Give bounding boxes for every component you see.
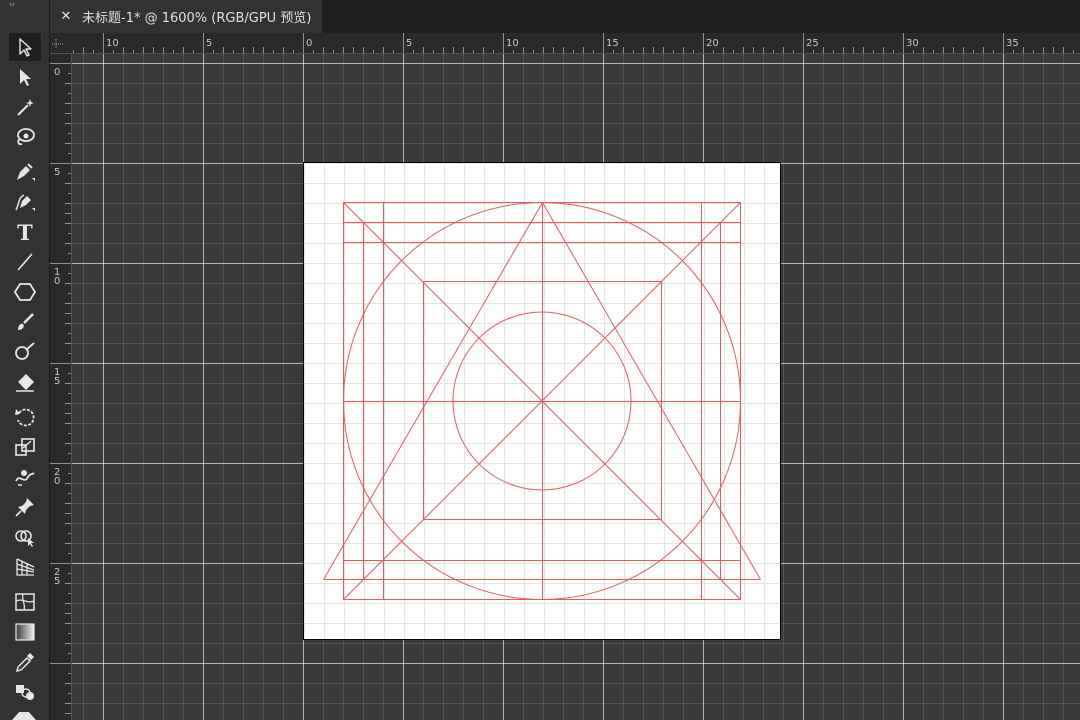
vertical-ruler-marks: 0510152025	[50, 63, 71, 714]
blend-icon	[16, 685, 34, 700]
ruler-label: 5	[206, 38, 212, 49]
hexagon-icon	[14, 283, 36, 301]
eraser-tool-button[interactable]	[9, 368, 41, 396]
ruler-label: 5	[406, 38, 412, 49]
panel-collapse-grip[interactable]: ››	[0, 0, 49, 10]
lasso-icon	[17, 128, 35, 146]
shaper-icon	[15, 342, 35, 360]
ruler-label: 0	[54, 476, 60, 487]
line-tool-button[interactable]	[9, 248, 41, 276]
arrow-outline-icon	[19, 38, 32, 57]
ruler-label: 5	[54, 576, 60, 587]
curvature-tool-button[interactable]	[9, 188, 41, 216]
close-icon[interactable]: ✕	[50, 9, 82, 24]
ruler-origin-corner[interactable]	[50, 33, 72, 54]
scale-icon	[15, 438, 35, 456]
ruler-label: 0	[54, 67, 60, 78]
artboard[interactable]	[303, 162, 781, 640]
arrow-filled-icon	[20, 69, 31, 86]
pen-tool-button[interactable]	[9, 158, 41, 186]
eyedropper-tool-button[interactable]	[9, 648, 41, 676]
type-tool-button[interactable]: T	[9, 218, 41, 246]
shape-builder-tool-button[interactable]	[9, 523, 41, 551]
rotate-icon	[15, 408, 35, 427]
pen-icon	[17, 163, 35, 181]
guide-lines	[323, 201, 761, 600]
document-tab[interactable]: ✕ 未标题-1* @ 1600% (RGB/GPU 预览)	[50, 0, 322, 33]
gradient-icon	[15, 623, 35, 641]
horizontal-ruler[interactable]: 10 5 0 5 10 15 20 25 30 35	[71, 33, 1080, 54]
vertical-ruler[interactable]: 0510152025	[50, 54, 72, 720]
selection-tool-button[interactable]	[9, 33, 41, 61]
perspective-grid-tool-button[interactable]	[9, 553, 41, 581]
mesh-tool-button[interactable]	[9, 588, 41, 616]
type-t-icon: T	[17, 219, 33, 245]
ruler-label: 5	[54, 376, 60, 387]
document-tab-title: 未标题-1* @ 1600% (RGB/GPU 预览)	[82, 11, 312, 26]
brush-icon	[18, 313, 34, 330]
shaper-tool-button[interactable]	[9, 338, 41, 366]
ruler-label: 0	[306, 38, 312, 49]
magic-wand-tool-button[interactable]	[9, 93, 41, 121]
ruler-label: 20	[706, 38, 719, 49]
rotate-tool-button[interactable]	[9, 403, 41, 431]
document-tab-bar: ✕ 未标题-1* @ 1600% (RGB/GPU 预览)	[50, 0, 1080, 33]
warp-tool-button[interactable]	[9, 463, 41, 491]
puppet-warp-tool-button[interactable]	[9, 493, 41, 521]
ruler-label: 10	[506, 38, 519, 49]
scale-tool-button[interactable]	[9, 433, 41, 461]
lasso-tool-button[interactable]	[9, 123, 41, 151]
direct-selection-tool-button[interactable]	[9, 63, 41, 91]
horizontal-ruler-marks: 10 5 0 5 10 15 20 25 30 35	[73, 33, 1074, 53]
ruler-label: 0	[54, 276, 60, 287]
mesh-icon	[15, 593, 35, 611]
blend-tool-button[interactable]	[9, 678, 41, 706]
magic-wand-icon	[17, 99, 34, 116]
warp-icon	[15, 470, 35, 486]
pasteboard-canvas[interactable]	[72, 54, 1080, 720]
gradient-tool-button[interactable]	[9, 618, 41, 646]
eraser-icon	[16, 374, 34, 392]
eyedropper-icon	[15, 653, 34, 672]
icon-guide-grid-artwork	[323, 201, 761, 600]
paintbrush-tool-button[interactable]	[9, 308, 41, 336]
ruler-label: 5	[54, 167, 60, 178]
curvature-pen-icon	[15, 194, 35, 211]
shape-builder-icon	[15, 530, 34, 547]
tools-panel: ›› T	[0, 0, 50, 720]
polygon-tool-button[interactable]	[9, 278, 41, 306]
more-tools-icon[interactable]	[12, 712, 36, 720]
ruler-label: 30	[906, 38, 919, 49]
perspective-grid-icon	[16, 558, 35, 576]
ruler-label: 15	[606, 38, 619, 49]
pin-icon	[15, 498, 34, 517]
ruler-label: 10	[106, 38, 119, 49]
ruler-label: 25	[806, 38, 819, 49]
line-segment-icon	[17, 253, 33, 271]
ruler-label: 35	[1006, 38, 1019, 49]
